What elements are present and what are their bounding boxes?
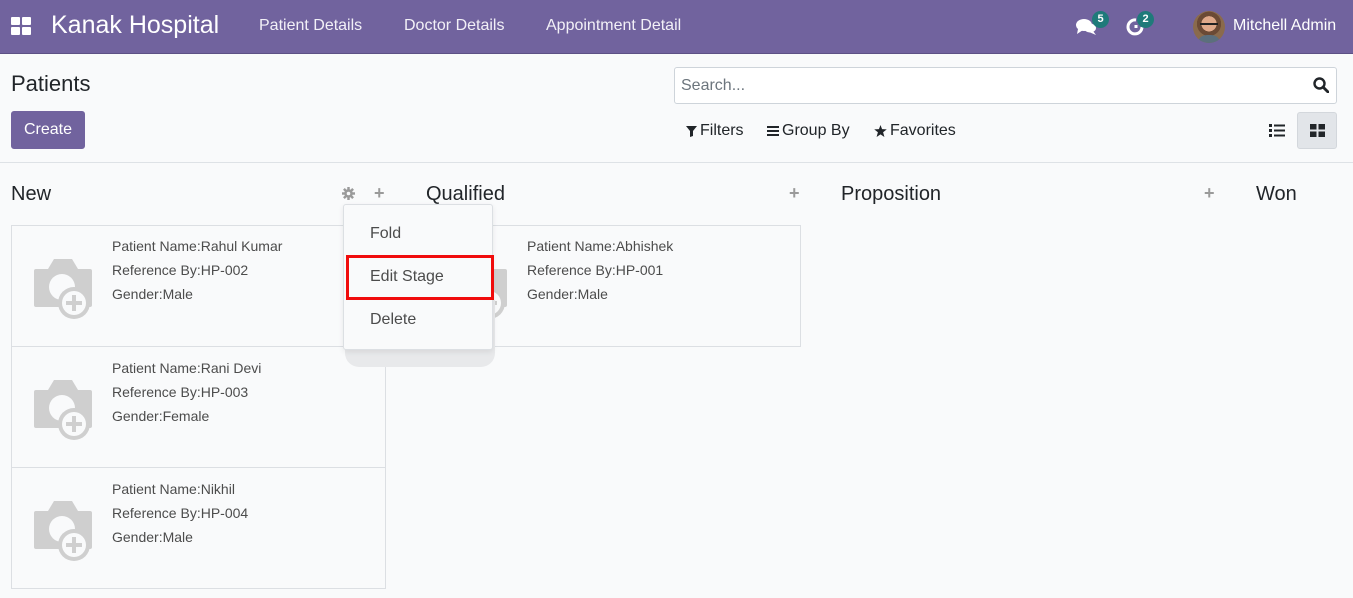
reference-by: Reference By:HP-004 <box>112 505 249 521</box>
column-title-won[interactable]: Won <box>1256 183 1297 206</box>
dropdown-item-fold[interactable]: Fold <box>370 225 401 243</box>
column-title-new[interactable]: New <box>11 183 51 206</box>
user-avatar[interactable] <box>1193 11 1225 43</box>
camera-placeholder-icon <box>34 259 92 319</box>
star-icon <box>874 125 887 137</box>
create-button[interactable]: Create <box>11 111 85 149</box>
add-card-proposition-icon[interactable]: + <box>1204 183 1215 204</box>
filters-button[interactable]: Filters <box>686 122 744 140</box>
add-card-new-icon[interactable]: + <box>374 183 385 204</box>
patient-name: Patient Name:Rani Devi <box>112 360 262 376</box>
apps-menu-icon[interactable] <box>11 17 31 35</box>
list-lines-icon <box>767 126 779 136</box>
group-by-label: Group By <box>782 122 850 139</box>
messages-button[interactable]: 5 <box>1075 11 1109 40</box>
kanban-view-button[interactable] <box>1297 112 1337 149</box>
gender: Gender:Female <box>112 408 210 424</box>
patient-name: Patient Name:Abhishek <box>527 238 674 254</box>
menu-appointment-detail[interactable]: Appointment Detail <box>546 17 681 35</box>
menu-doctor-details[interactable]: Doctor Details <box>404 17 504 35</box>
filters-label: Filters <box>700 122 744 139</box>
column-title-qualified[interactable]: Qualified <box>426 183 505 206</box>
messages-count-badge: 5 <box>1092 11 1109 28</box>
favorites-label: Favorites <box>890 122 956 139</box>
kanban-card[interactable]: Patient Name:Nikhil Reference By:HP-004 … <box>11 467 386 589</box>
list-view-button[interactable] <box>1257 112 1297 149</box>
user-menu[interactable]: Mitchell Admin <box>1233 17 1336 35</box>
patient-name: Patient Name:Rahul Kumar <box>112 238 283 254</box>
gender: Gender:Male <box>112 286 193 302</box>
gear-icon[interactable] <box>342 187 355 200</box>
add-card-qualified-icon[interactable]: + <box>789 183 800 204</box>
search-input[interactable] <box>681 68 1301 103</box>
activities-button[interactable]: 2 <box>1126 11 1156 40</box>
list-icon <box>1269 124 1285 137</box>
reference-by: Reference By:HP-003 <box>112 384 249 400</box>
column-settings-dropdown: Fold Edit Stage Delete <box>343 204 493 350</box>
favorites-button[interactable]: Favorites <box>874 122 956 140</box>
page-title: Patients <box>11 71 91 96</box>
column-title-proposition[interactable]: Proposition <box>841 183 941 206</box>
camera-placeholder-icon <box>34 501 92 561</box>
kanban-icon <box>1309 124 1325 137</box>
kanban-card[interactable]: Patient Name:Rani Devi Reference By:HP-0… <box>11 346 386 468</box>
reference-by: Reference By:HP-002 <box>112 262 249 278</box>
camera-placeholder-icon <box>34 380 92 440</box>
group-by-button[interactable]: Group By <box>767 122 850 140</box>
app-brand[interactable]: Kanak Hospital <box>51 11 219 40</box>
search-box <box>674 67 1337 104</box>
gender: Gender:Male <box>112 529 193 545</box>
search-icon[interactable] <box>1313 77 1329 93</box>
activities-count-badge: 2 <box>1137 11 1154 28</box>
control-panel: Patients Create Filters Group By Favorit… <box>0 55 1353 163</box>
dropdown-item-delete[interactable]: Delete <box>370 311 416 329</box>
reference-by: Reference By:HP-001 <box>527 262 664 278</box>
patient-name: Patient Name:Nikhil <box>112 481 235 497</box>
gender: Gender:Male <box>527 286 608 302</box>
menu-patient-details[interactable]: Patient Details <box>259 17 362 35</box>
top-navbar: Kanak Hospital Patient Details Doctor De… <box>0 0 1353 54</box>
kanban-card[interactable]: Patient Name:Rahul Kumar Reference By:HP… <box>11 225 386 347</box>
filter-icon <box>686 126 697 137</box>
dropdown-item-edit-stage[interactable]: Edit Stage <box>370 268 444 286</box>
